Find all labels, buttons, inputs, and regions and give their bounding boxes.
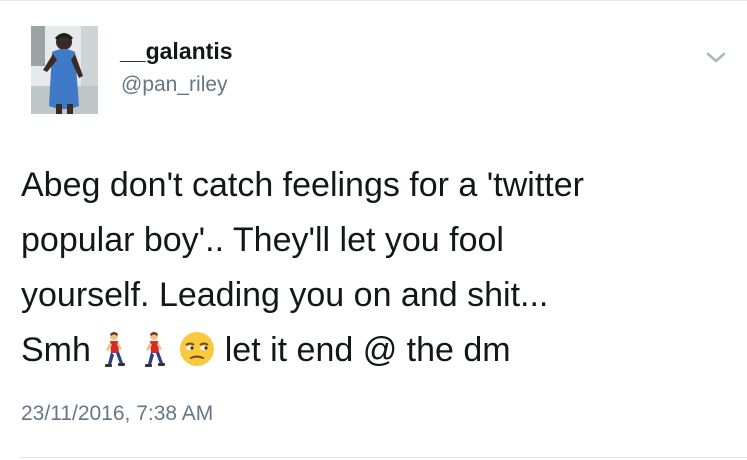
tweet-text-suffix: let it end @ the dm bbox=[224, 331, 511, 369]
tweet-text-last-line: Smh let it end @ the dm bbox=[21, 323, 726, 384]
tweet-text: Abeg don't catch feelings for a 'twitter… bbox=[21, 158, 726, 384]
user-handle[interactable]: @pan_riley bbox=[121, 73, 228, 97]
bottom-divider bbox=[20, 457, 747, 458]
tweet-text-line: Abeg don't catch feelings for a 'twitter bbox=[21, 166, 584, 204]
unamused-face-emoji bbox=[179, 329, 215, 384]
top-divider bbox=[0, 0, 747, 1]
chevron-down-icon[interactable] bbox=[702, 45, 730, 69]
tweet-text-prefix: Smh bbox=[21, 331, 91, 369]
tweet-text-line: popular boy'.. They'll let you fool bbox=[21, 221, 504, 259]
avatar[interactable] bbox=[31, 26, 98, 114]
timestamp[interactable]: 23/11/2016, 7:38 AM bbox=[21, 402, 213, 426]
display-name[interactable]: __galantis bbox=[120, 38, 233, 65]
tweet-text-line: yourself. Leading you on and shit... bbox=[21, 276, 549, 314]
person-walking-emoji bbox=[100, 329, 130, 384]
person-walking-emoji bbox=[140, 329, 170, 384]
